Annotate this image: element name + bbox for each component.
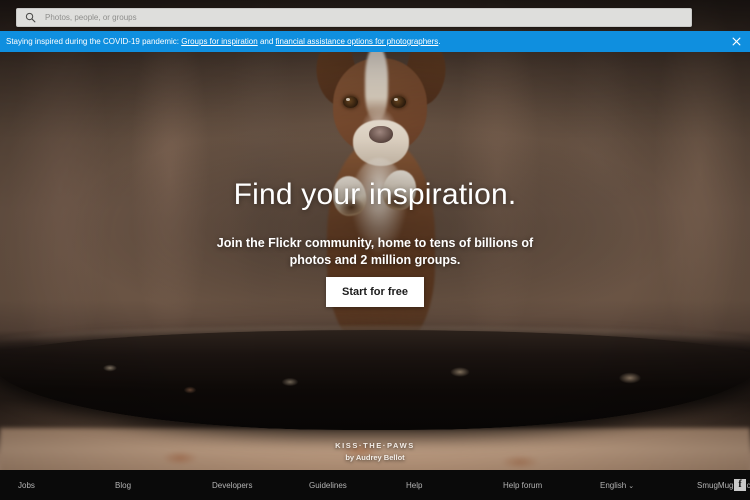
footer-link-blog[interactable]: Blog — [105, 481, 202, 490]
flickr-landing-page: Staying inspired during the COVID-19 pan… — [0, 0, 750, 500]
footer-language-label: English — [600, 480, 627, 490]
footer-link-list: Jobs Blog Developers Guidelines Help Hel… — [0, 470, 750, 500]
footer-link-jobs[interactable]: Jobs — [8, 481, 105, 490]
footer-language-selector[interactable]: English ⌄ — [590, 481, 687, 490]
chevron-down-icon: ⌄ — [628, 482, 635, 490]
banner-lead-text: Staying inspired during the COVID-19 pan… — [6, 37, 179, 46]
hero-darkening-scrim — [0, 0, 750, 500]
banner-link-financial-assistance[interactable]: financial assistance options for photogr… — [276, 37, 439, 46]
banner-link-groups-for-inspiration[interactable]: Groups for inspiration — [181, 37, 257, 46]
top-search-bar — [0, 0, 750, 31]
close-icon[interactable] — [730, 36, 742, 48]
search-input[interactable] — [39, 10, 691, 25]
footer-link-developers[interactable]: Developers — [202, 481, 299, 490]
site-footer: Jobs Blog Developers Guidelines Help Hel… — [0, 470, 750, 500]
banner-period: . — [438, 37, 441, 46]
search-field-wrapper[interactable] — [16, 8, 692, 27]
footer-link-help-forum[interactable]: Help forum — [493, 481, 590, 490]
search-icon — [22, 9, 39, 26]
footer-link-help[interactable]: Help — [396, 481, 493, 490]
banner-conjunction: and — [259, 37, 274, 46]
facebook-icon[interactable]: f — [734, 479, 746, 491]
footer-link-guidelines[interactable]: Guidelines — [299, 481, 396, 490]
banner-message: Staying inspired during the COVID-19 pan… — [0, 31, 441, 52]
covid-info-banner: Staying inspired during the COVID-19 pan… — [0, 31, 750, 52]
start-for-free-button[interactable]: Start for free — [326, 277, 424, 307]
